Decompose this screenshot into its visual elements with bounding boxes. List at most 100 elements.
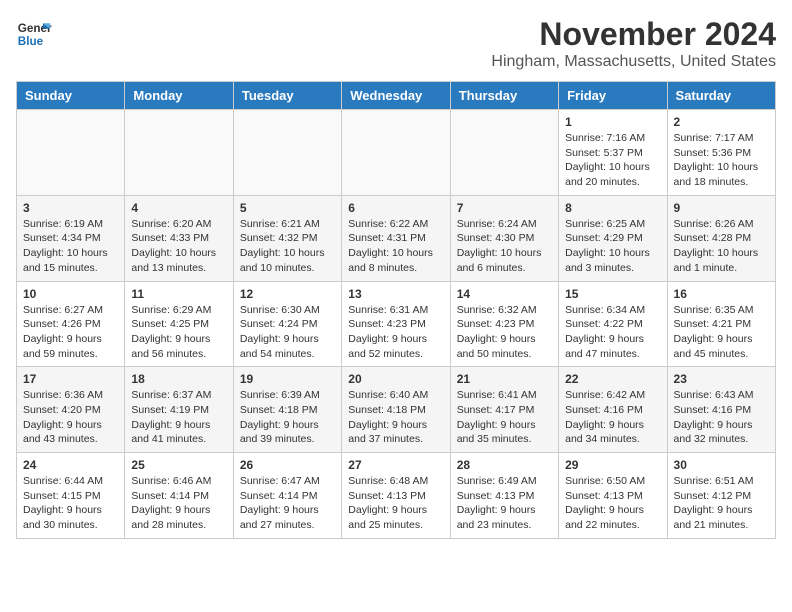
calendar-cell — [17, 110, 125, 196]
calendar-cell: 2 Sunrise: 7:17 AM Sunset: 5:36 PM Daylig… — [667, 110, 775, 196]
day-info: Sunrise: 6:34 AM Sunset: 4:22 PM Dayligh… — [565, 303, 660, 362]
calendar-cell: 5 Sunrise: 6:21 AM Sunset: 4:32 PM Daylig… — [233, 195, 341, 281]
day-info: Sunrise: 6:22 AM Sunset: 4:31 PM Dayligh… — [348, 217, 443, 276]
calendar-cell: 17 Sunrise: 6:36 AM Sunset: 4:20 PM Dayli… — [17, 367, 125, 453]
day-info: Sunrise: 6:41 AM Sunset: 4:17 PM Dayligh… — [457, 388, 552, 447]
day-info: Sunrise: 6:48 AM Sunset: 4:13 PM Dayligh… — [348, 474, 443, 533]
day-info: Sunrise: 6:35 AM Sunset: 4:21 PM Dayligh… — [674, 303, 769, 362]
day-number: 22 — [565, 372, 660, 386]
calendar-cell: 15Sunrise: 6:34 AM Sunset: 4:22 PM Dayli… — [559, 281, 667, 367]
calendar-week-1: 1 Sunrise: 7:16 AM Sunset: 5:37 PM Daylig… — [17, 110, 776, 196]
day-number: 18 — [131, 372, 226, 386]
day-number: 29 — [565, 458, 660, 472]
day-info: Sunrise: 6:27 AM Sunset: 4:26 PM Dayligh… — [23, 303, 118, 362]
title-section: November 2024 Hingham, Massachusetts, Un… — [491, 16, 776, 71]
month-title: November 2024 — [491, 16, 776, 53]
calendar-cell: 20 Sunrise: 6:40 AM Sunset: 4:18 PM Dayli… — [342, 367, 450, 453]
header-thursday: Thursday — [450, 82, 558, 110]
calendar-cell: 24 Sunrise: 6:44 AM Sunset: 4:15 PM Dayli… — [17, 453, 125, 539]
day-number: 8 — [565, 201, 660, 215]
calendar-cell — [342, 110, 450, 196]
day-number: 7 — [457, 201, 552, 215]
day-info: Sunrise: 6:31 AM Sunset: 4:23 PM Dayligh… — [348, 303, 443, 362]
day-info: Sunrise: 6:50 AM Sunset: 4:13 PM Dayligh… — [565, 474, 660, 533]
calendar-cell: 14 Sunrise: 6:32 AM Sunset: 4:23 PM Dayli… — [450, 281, 558, 367]
logo-icon: General Blue — [16, 16, 52, 52]
calendar-cell — [125, 110, 233, 196]
calendar-cell: 18Sunrise: 6:37 AM Sunset: 4:19 PM Dayli… — [125, 367, 233, 453]
day-number: 6 — [348, 201, 443, 215]
calendar-cell: 16 Sunrise: 6:35 AM Sunset: 4:21 PM Dayli… — [667, 281, 775, 367]
day-number: 20 — [348, 372, 443, 386]
calendar-cell: 4 Sunrise: 6:20 AM Sunset: 4:33 PM Daylig… — [125, 195, 233, 281]
day-info: Sunrise: 6:24 AM Sunset: 4:30 PM Dayligh… — [457, 217, 552, 276]
calendar-week-2: 3 Sunrise: 6:19 AM Sunset: 4:34 PM Daylig… — [17, 195, 776, 281]
day-number: 26 — [240, 458, 335, 472]
calendar-cell: 6 Sunrise: 6:22 AM Sunset: 4:31 PM Daylig… — [342, 195, 450, 281]
day-info: Sunrise: 6:42 AM Sunset: 4:16 PM Dayligh… — [565, 388, 660, 447]
day-info: Sunrise: 6:40 AM Sunset: 4:18 PM Dayligh… — [348, 388, 443, 447]
day-number: 14 — [457, 287, 552, 301]
calendar-cell: 25Sunrise: 6:46 AM Sunset: 4:14 PM Dayli… — [125, 453, 233, 539]
day-number: 4 — [131, 201, 226, 215]
day-info: Sunrise: 6:36 AM Sunset: 4:20 PM Dayligh… — [23, 388, 118, 447]
svg-text:Blue: Blue — [18, 35, 44, 48]
day-number: 13 — [348, 287, 443, 301]
day-number: 30 — [674, 458, 769, 472]
calendar-cell: 8 Sunrise: 6:25 AM Sunset: 4:29 PM Daylig… — [559, 195, 667, 281]
day-info: Sunrise: 6:20 AM Sunset: 4:33 PM Dayligh… — [131, 217, 226, 276]
day-info: Sunrise: 6:44 AM Sunset: 4:15 PM Dayligh… — [23, 474, 118, 533]
header-tuesday: Tuesday — [233, 82, 341, 110]
day-number: 3 — [23, 201, 118, 215]
day-number: 23 — [674, 372, 769, 386]
calendar-cell: 22 Sunrise: 6:42 AM Sunset: 4:16 PM Dayli… — [559, 367, 667, 453]
day-info: Sunrise: 6:30 AM Sunset: 4:24 PM Dayligh… — [240, 303, 335, 362]
calendar-header-row: SundayMondayTuesdayWednesdayThursdayFrid… — [17, 82, 776, 110]
calendar-cell — [450, 110, 558, 196]
day-info: Sunrise: 6:32 AM Sunset: 4:23 PM Dayligh… — [457, 303, 552, 362]
day-info: Sunrise: 6:29 AM Sunset: 4:25 PM Dayligh… — [131, 303, 226, 362]
day-info: Sunrise: 7:16 AM Sunset: 5:37 PM Dayligh… — [565, 131, 660, 190]
header-friday: Friday — [559, 82, 667, 110]
calendar-cell: 9Sunrise: 6:26 AM Sunset: 4:28 PM Daylig… — [667, 195, 775, 281]
calendar-cell: 30 Sunrise: 6:51 AM Sunset: 4:12 PM Dayli… — [667, 453, 775, 539]
day-info: Sunrise: 7:17 AM Sunset: 5:36 PM Dayligh… — [674, 131, 769, 190]
calendar-cell: 26Sunrise: 6:47 AM Sunset: 4:14 PM Dayli… — [233, 453, 341, 539]
header-saturday: Saturday — [667, 82, 775, 110]
header-monday: Monday — [125, 82, 233, 110]
day-number: 21 — [457, 372, 552, 386]
day-number: 19 — [240, 372, 335, 386]
day-number: 17 — [23, 372, 118, 386]
day-info: Sunrise: 6:21 AM Sunset: 4:32 PM Dayligh… — [240, 217, 335, 276]
location-title: Hingham, Massachusetts, United States — [491, 53, 776, 71]
day-number: 27 — [348, 458, 443, 472]
day-number: 1 — [565, 115, 660, 129]
day-info: Sunrise: 6:25 AM Sunset: 4:29 PM Dayligh… — [565, 217, 660, 276]
day-info: Sunrise: 6:26 AM Sunset: 4:28 PM Dayligh… — [674, 217, 769, 276]
day-number: 25 — [131, 458, 226, 472]
day-info: Sunrise: 6:19 AM Sunset: 4:34 PM Dayligh… — [23, 217, 118, 276]
day-number: 5 — [240, 201, 335, 215]
calendar-cell: 19 Sunrise: 6:39 AM Sunset: 4:18 PM Dayli… — [233, 367, 341, 453]
calendar-cell: 10 Sunrise: 6:27 AM Sunset: 4:26 PM Dayli… — [17, 281, 125, 367]
day-number: 24 — [23, 458, 118, 472]
calendar-week-3: 10 Sunrise: 6:27 AM Sunset: 4:26 PM Dayli… — [17, 281, 776, 367]
day-info: Sunrise: 6:51 AM Sunset: 4:12 PM Dayligh… — [674, 474, 769, 533]
calendar-week-5: 24 Sunrise: 6:44 AM Sunset: 4:15 PM Dayli… — [17, 453, 776, 539]
calendar-table: SundayMondayTuesdayWednesdayThursdayFrid… — [16, 81, 776, 539]
day-number: 10 — [23, 287, 118, 301]
header-wednesday: Wednesday — [342, 82, 450, 110]
day-info: Sunrise: 6:39 AM Sunset: 4:18 PM Dayligh… — [240, 388, 335, 447]
calendar-cell: 27 Sunrise: 6:48 AM Sunset: 4:13 PM Dayli… — [342, 453, 450, 539]
page-header: General Blue November 2024 Hingham, Mass… — [16, 16, 776, 71]
calendar-cell: 11Sunrise: 6:29 AM Sunset: 4:25 PM Dayli… — [125, 281, 233, 367]
day-number: 16 — [674, 287, 769, 301]
calendar-cell: 28Sunrise: 6:49 AM Sunset: 4:13 PM Dayli… — [450, 453, 558, 539]
calendar-cell: 21 Sunrise: 6:41 AM Sunset: 4:17 PM Dayli… — [450, 367, 558, 453]
calendar-week-4: 17 Sunrise: 6:36 AM Sunset: 4:20 PM Dayli… — [17, 367, 776, 453]
day-number: 2 — [674, 115, 769, 129]
day-number: 28 — [457, 458, 552, 472]
header-sunday: Sunday — [17, 82, 125, 110]
calendar-cell: 23Sunrise: 6:43 AM Sunset: 4:16 PM Dayli… — [667, 367, 775, 453]
calendar-cell: 13 Sunrise: 6:31 AM Sunset: 4:23 PM Dayli… — [342, 281, 450, 367]
